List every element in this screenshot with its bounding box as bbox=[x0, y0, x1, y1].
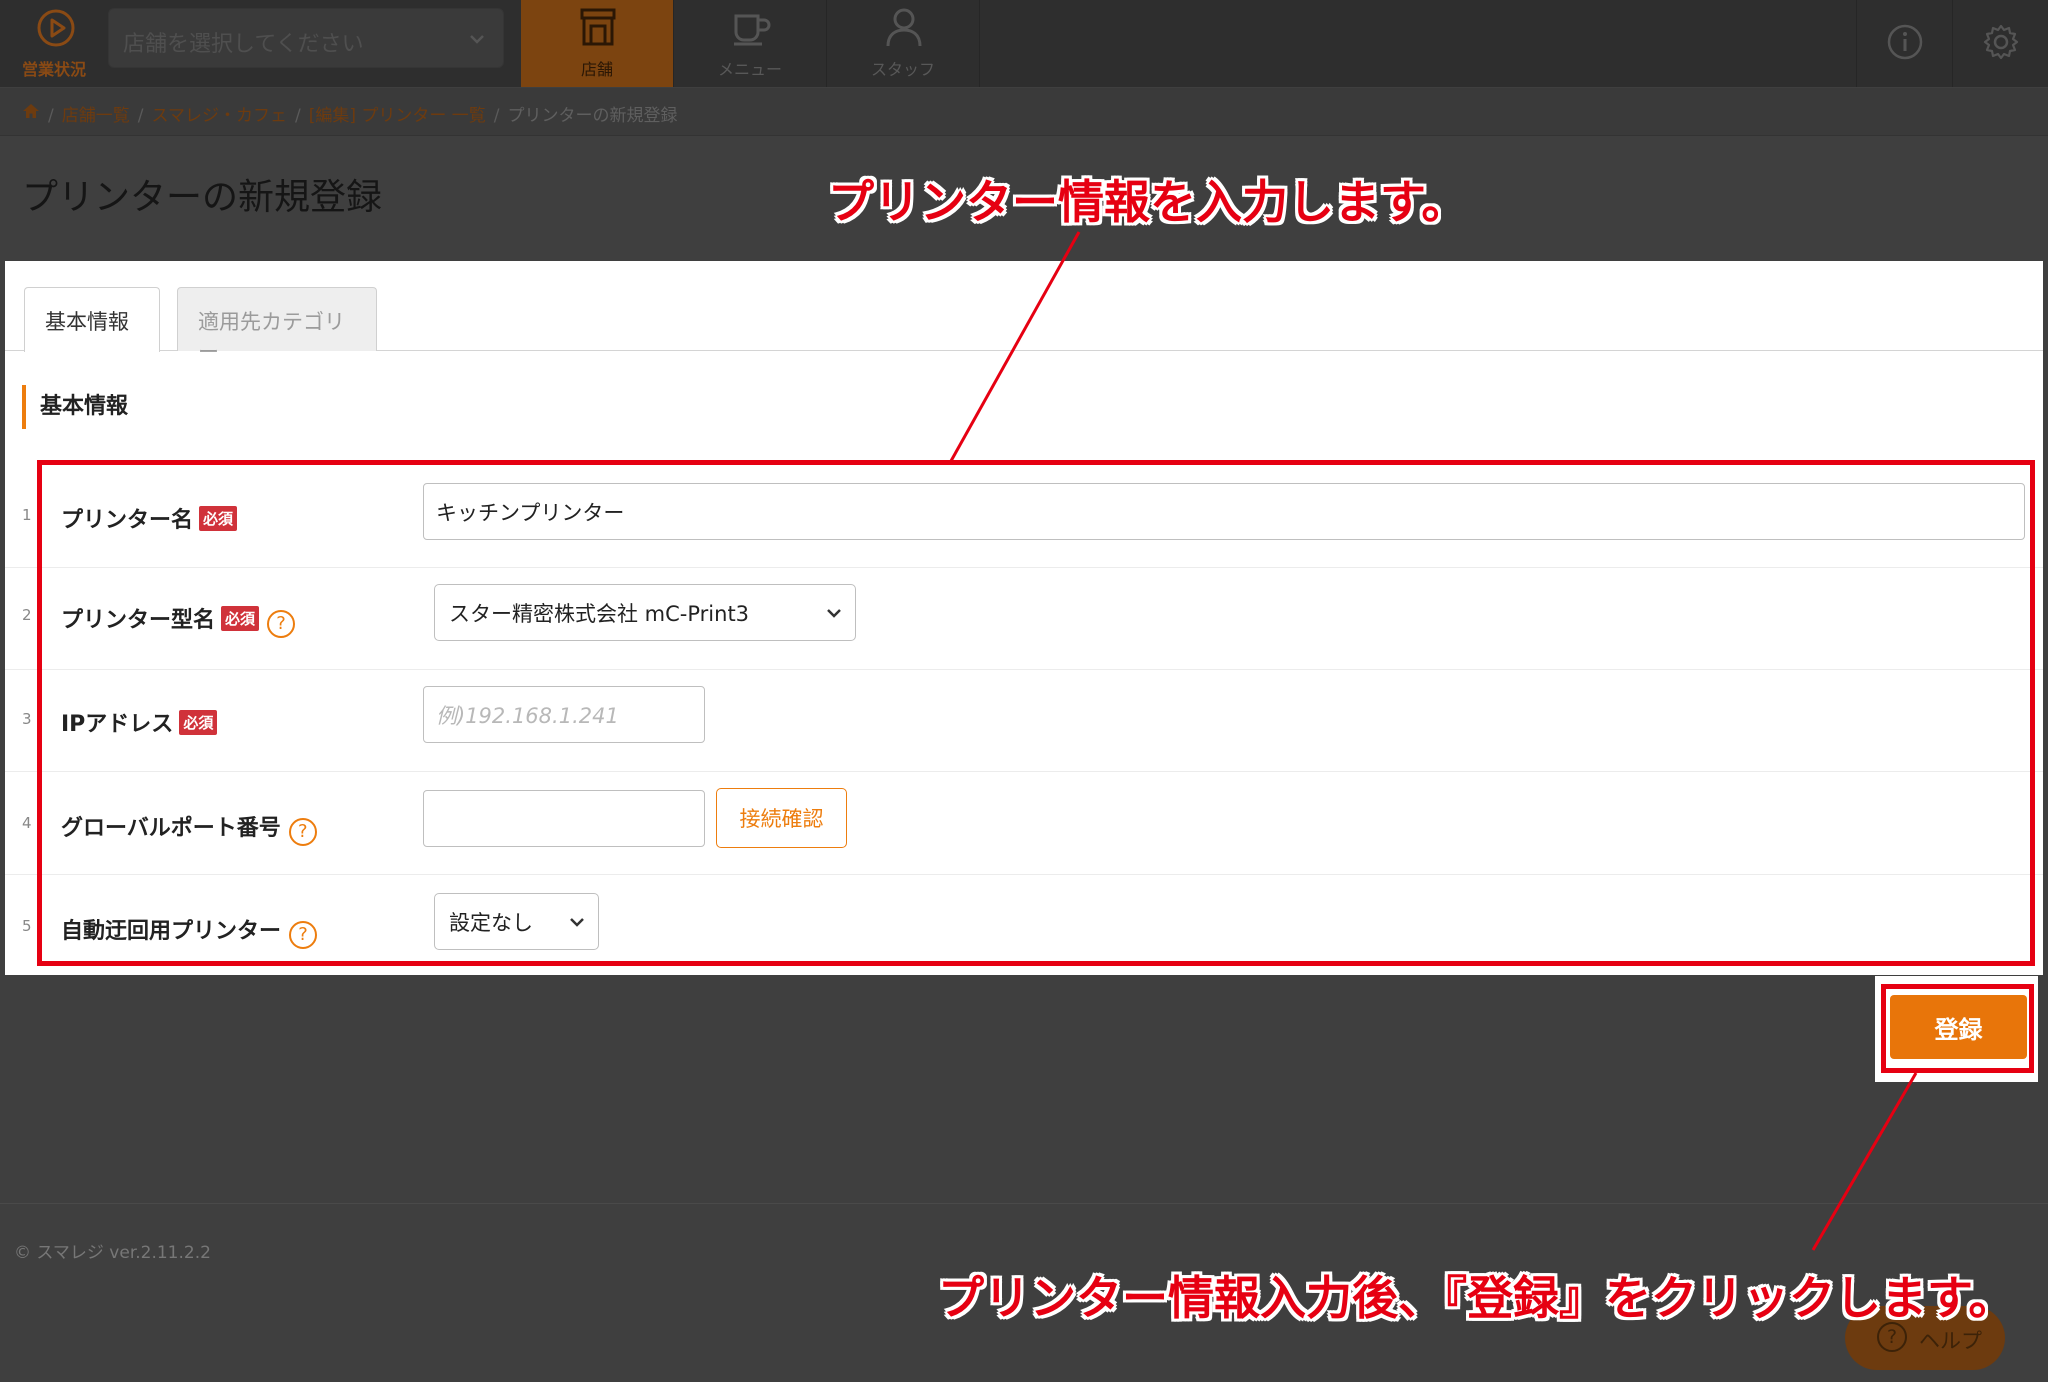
nav-tab-store[interactable]: 店舗 bbox=[521, 0, 674, 87]
business-status-label: 営業状況 bbox=[21, 60, 86, 79]
row-number: 2 bbox=[22, 606, 32, 624]
row-number: 3 bbox=[22, 710, 32, 728]
nav-tab-staff-label: スタッフ bbox=[870, 60, 935, 79]
breadcrumb-separator: / bbox=[48, 106, 54, 126]
register-highlight-box bbox=[1881, 984, 2034, 1073]
tab-basic-info[interactable]: 基本情報 bbox=[24, 287, 160, 352]
form-highlight-box bbox=[37, 460, 2035, 966]
row-number: 5 bbox=[22, 917, 32, 935]
nav-tab-store-label: 店舗 bbox=[580, 60, 613, 79]
form-tabs: 基本情報 適用先カテゴリー bbox=[5, 261, 2043, 364]
page-title: プリンターの新規登録 bbox=[22, 176, 383, 217]
chevron-down-icon bbox=[465, 27, 489, 51]
store-select[interactable]: 店舗を選択してください bbox=[108, 8, 504, 68]
nav-tab-menu[interactable]: メニュー bbox=[674, 0, 827, 87]
tab-applied-category[interactable]: 適用先カテゴリー bbox=[177, 287, 377, 364]
register-callout: プリンター情報入力後、『登録』をクリックします。 bbox=[938, 1272, 2015, 1324]
top-nav-bar: 営業状況 店舗を選択してください 店舗 メニュー スタッフ bbox=[0, 0, 2048, 87]
breadcrumb-current: プリンターの新規登録 bbox=[507, 106, 678, 126]
footer-version: © スマレジ ver.2.11.2.2 bbox=[14, 1243, 211, 1263]
business-status-button[interactable]: 営業状況 bbox=[0, 0, 108, 87]
nav-tab-staff[interactable]: スタッフ bbox=[827, 0, 980, 87]
breadcrumb-store[interactable]: スマレジ・カフェ bbox=[151, 106, 287, 126]
breadcrumb: / 店舗一覧 / スマレジ・カフェ / [編集] プリンター 一覧 / プリンターの新規登録 bbox=[0, 88, 2048, 136]
breadcrumb-printer-list[interactable]: [編集] プリンター 一覧 bbox=[309, 106, 486, 126]
help-float-label: ヘルプ bbox=[1919, 1329, 1982, 1353]
store-select-placeholder: 店舗を選択してください bbox=[123, 32, 364, 57]
settings-button[interactable] bbox=[1952, 0, 2048, 87]
breadcrumb-separator: / bbox=[493, 106, 500, 126]
row-number: 4 bbox=[22, 814, 32, 832]
info-button[interactable] bbox=[1856, 0, 1952, 87]
breadcrumb-separator: / bbox=[137, 106, 144, 126]
play-circle-icon bbox=[36, 8, 76, 48]
row-number: 1 bbox=[22, 506, 32, 524]
person-icon bbox=[883, 6, 925, 48]
cup-icon bbox=[730, 6, 772, 48]
nav-tab-menu-label: メニュー bbox=[717, 60, 782, 79]
breadcrumb-separator: / bbox=[294, 106, 301, 126]
breadcrumb-store-list[interactable]: 店舗一覧 bbox=[62, 106, 130, 126]
section-title: 基本情報 bbox=[22, 385, 128, 429]
home-icon[interactable] bbox=[22, 102, 40, 120]
gear-icon bbox=[1981, 22, 2021, 62]
footer-divider bbox=[0, 1203, 2048, 1204]
form-callout: プリンター情報を入力します。 bbox=[828, 176, 1468, 228]
info-icon bbox=[1885, 22, 1925, 62]
store-icon bbox=[577, 6, 619, 48]
